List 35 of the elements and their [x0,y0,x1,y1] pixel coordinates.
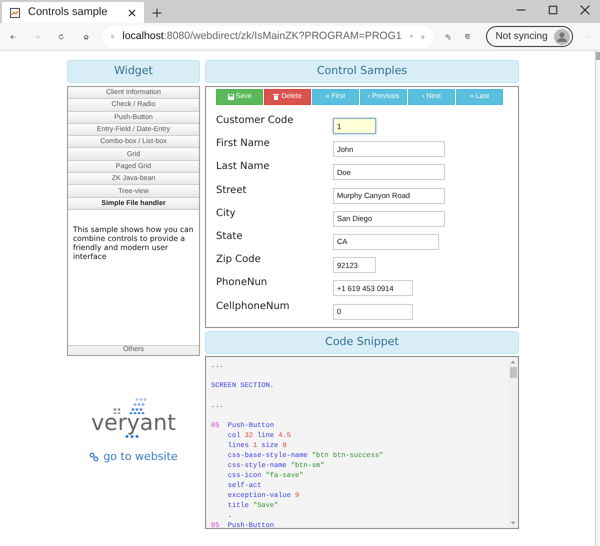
close-icon[interactable] [580,5,590,15]
field-label: CellphoneNum [216,300,291,314]
sync-button[interactable]: Not syncing [486,26,573,47]
scroll-thumb[interactable] [596,52,600,60]
url-text: localhost:8080/webdirect/zk/IsMainZK?PROGRAM=PROG1 [122,28,402,44]
avatar-icon [554,28,570,44]
field-label: City [216,208,237,221]
page-icon [10,8,20,18]
field-label: State [216,230,244,244]
field-label: Zip Code [216,254,262,268]
trash-icon [273,94,280,100]
website-link[interactable]: go to website [89,449,178,466]
new-tab-icon[interactable] [152,8,162,18]
field-label: First Name [216,138,271,152]
field-label: PhoneNun [216,277,268,290]
link-icon [89,452,100,462]
maximize-icon[interactable] [548,5,558,15]
field-label: Customer Code [216,115,294,128]
browser-tab[interactable]: Controls sample [2,2,144,23]
page-scrollbar[interactable] [595,51,600,546]
save-icon [228,94,234,100]
close-icon[interactable] [128,8,136,16]
panel-header: Code Snippet [205,331,519,354]
scrollbar[interactable] [508,357,518,528]
panel-header: Widget [67,60,200,83]
scroll-down-icon[interactable] [510,520,516,526]
field-label: Last Name [216,161,271,174]
dots-drawing [125,434,142,439]
scroll-thumb[interactable] [510,367,516,378]
panel-header: Control Samples [205,60,519,83]
tab-title: Controls sample [28,5,108,20]
field-label: Street [216,184,248,198]
scroll-up-icon[interactable] [510,359,516,365]
logo-text: veryant [91,414,176,434]
address-bar[interactable]: localhost:8080/webdirect/zk/IsMainZK?PROGRAM=PROG1 [102,26,433,48]
